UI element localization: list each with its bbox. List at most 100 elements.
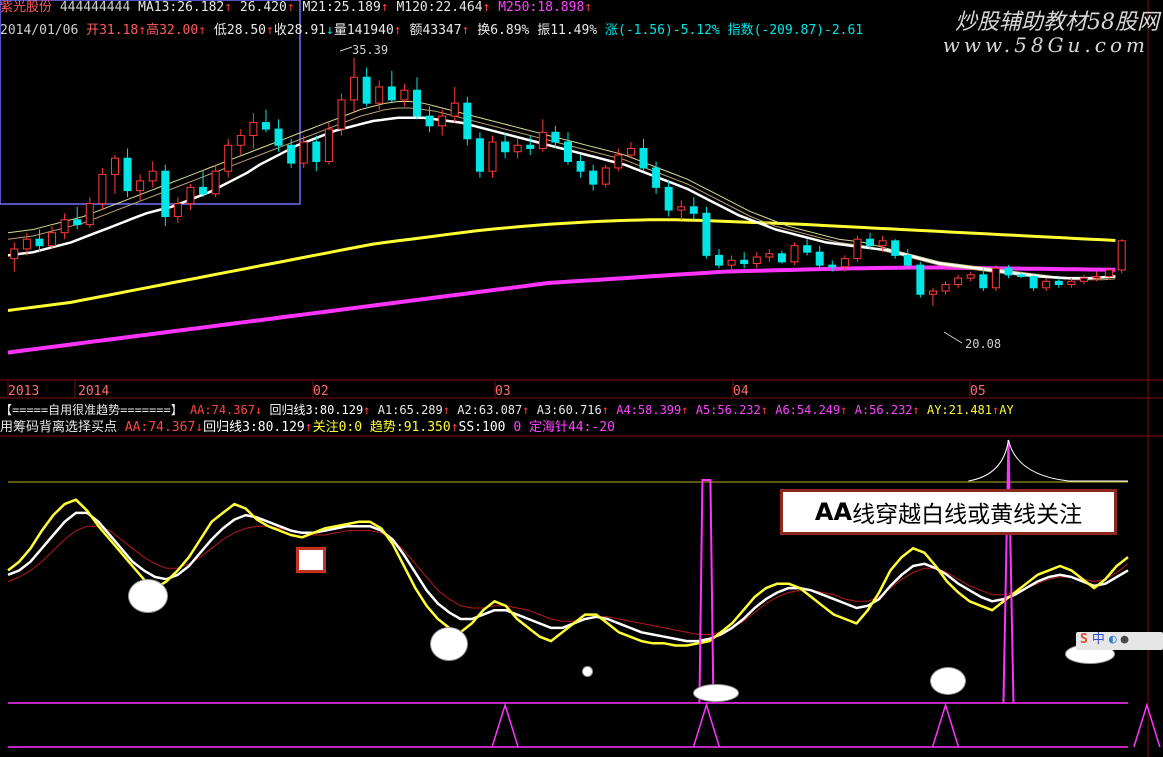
indicator1-a1: A1:65.289 <box>377 403 443 417</box>
candle-body <box>375 86 384 104</box>
mini-toolbar-s-icon[interactable]: S <box>1076 632 1088 647</box>
candle-body <box>954 277 963 286</box>
candle-body <box>652 167 661 188</box>
bottom-spike <box>692 702 721 748</box>
candle-body <box>312 141 321 162</box>
candle-body <box>639 148 648 169</box>
high-pointer <box>339 46 353 52</box>
candle-body <box>664 186 673 211</box>
indicator1-a: A:56.232 <box>854 403 913 417</box>
candle-body <box>350 76 359 101</box>
candle-body <box>777 253 786 263</box>
candle-body <box>828 264 837 268</box>
candle-body <box>689 206 698 214</box>
time-label-02: 02 <box>313 384 329 399</box>
candle-body <box>941 284 950 292</box>
info-open: 开31.18 <box>86 23 139 38</box>
candle-body <box>1092 275 1101 279</box>
indicator2-zero: 0 <box>513 420 522 435</box>
info-date: 2014/01/06 <box>0 23 79 38</box>
candle-body <box>538 131 547 150</box>
candle-body <box>1017 274 1026 277</box>
candle-body <box>576 160 585 172</box>
candle-body <box>425 115 434 127</box>
candle-body <box>891 240 900 256</box>
high-price-label: 35.39 <box>352 43 389 57</box>
annotation-bold: AA <box>814 498 853 526</box>
indicator1-a6: A6:54.249 <box>775 403 841 417</box>
stock-code: 444444444 <box>59 0 131 15</box>
candle-body <box>677 206 686 211</box>
candle-body <box>85 203 94 226</box>
info-amplitude: 振11.49% <box>537 23 598 38</box>
candle-body <box>211 170 220 195</box>
candle-body <box>1042 280 1051 289</box>
ma-white-line <box>7 116 1116 280</box>
candle-body <box>866 238 875 247</box>
indicator2-bar: 用筹码背离选择买点 AA:74.367↓回归线3:80.129↑关注0:0 趋势… <box>0 420 615 435</box>
dot-marker <box>583 667 592 676</box>
time-label-03: 03 <box>495 384 511 399</box>
indicator2-name[interactable]: 用筹码背离选择买点 <box>0 420 117 435</box>
annotation-text: 线穿越白线或黄线关注 <box>852 502 1083 528</box>
candle-body <box>765 253 774 258</box>
watermark-title: 炒股辅助教材58股网 <box>955 10 1159 35</box>
indicator1-a3: A3:60.716 <box>536 403 602 417</box>
indicator2-guanzhu: 关注0:0 <box>312 420 363 435</box>
osc-red-line <box>7 525 1129 635</box>
candle-body <box>299 141 308 164</box>
indicator1-ay: AY:21.481 <box>926 403 993 417</box>
candle-body <box>261 122 270 130</box>
mini-toolbar-zhong-icon[interactable]: 中 <box>1088 632 1105 647</box>
candle-body <box>715 254 724 266</box>
candle-body <box>916 264 925 295</box>
ma13-value: 26.420 <box>239 0 287 15</box>
candle-body <box>752 256 761 264</box>
candle-body <box>513 144 522 153</box>
indicator1-name[interactable]: 【=====自用很准趋势=======】 <box>0 403 183 417</box>
indicator1-huigui: 回归线3:80.129 <box>269 403 364 417</box>
candle-body <box>991 267 1000 289</box>
candle-body <box>10 248 19 260</box>
candle-body <box>790 245 799 263</box>
info-volume: 量141940 <box>333 23 394 38</box>
candle-body <box>450 102 459 117</box>
ma13-line <box>7 107 1116 281</box>
bottom-spike <box>931 702 960 748</box>
candle-body <box>501 141 510 153</box>
candle-body <box>274 128 283 146</box>
indicator1-ay-tail: AY <box>999 403 1014 417</box>
candle-body <box>98 173 107 205</box>
candle-body <box>1079 277 1088 282</box>
candle-body <box>249 122 258 137</box>
candle-body <box>463 102 472 140</box>
candle-body <box>60 219 69 234</box>
candle-body <box>173 203 182 218</box>
candle-body <box>878 240 887 247</box>
mini-toolbar[interactable]: S 中 ◐ ● <box>1076 632 1163 650</box>
info-high: 高32.00 <box>146 23 199 38</box>
indicator1-bar: 【=====自用很准趋势=======】 AA:74.367↓ 回归线3:80.… <box>0 403 1014 417</box>
annotation-box: AA 线穿越白线或黄线关注 <box>780 489 1117 535</box>
candle-body <box>1067 280 1076 286</box>
candle-body <box>148 170 157 182</box>
cloud-marker-1 <box>129 580 167 612</box>
indicator2-aa: AA:74.367 <box>124 420 196 435</box>
low-price-label: 20.08 <box>965 337 1002 351</box>
candle-body <box>362 76 371 104</box>
watermark-url: www.58Gu.com <box>942 33 1149 57</box>
mini-toolbar-moon-icon[interactable]: ◐ <box>1105 632 1117 647</box>
time-label-2013: 2013 <box>8 384 40 399</box>
candle-body <box>73 219 82 226</box>
candle-body <box>387 86 396 101</box>
info-change: 涨(-1.56)-5.12% <box>605 23 720 38</box>
candle-body <box>928 290 937 295</box>
candle-body <box>22 238 31 250</box>
ss-spike <box>698 479 715 704</box>
candle-body <box>526 144 535 150</box>
candle-body <box>488 141 497 172</box>
candle-body <box>702 212 711 256</box>
candle-body <box>966 274 975 279</box>
candle-body <box>903 254 912 266</box>
mini-toolbar-dot-icon[interactable]: ● <box>1117 632 1129 647</box>
